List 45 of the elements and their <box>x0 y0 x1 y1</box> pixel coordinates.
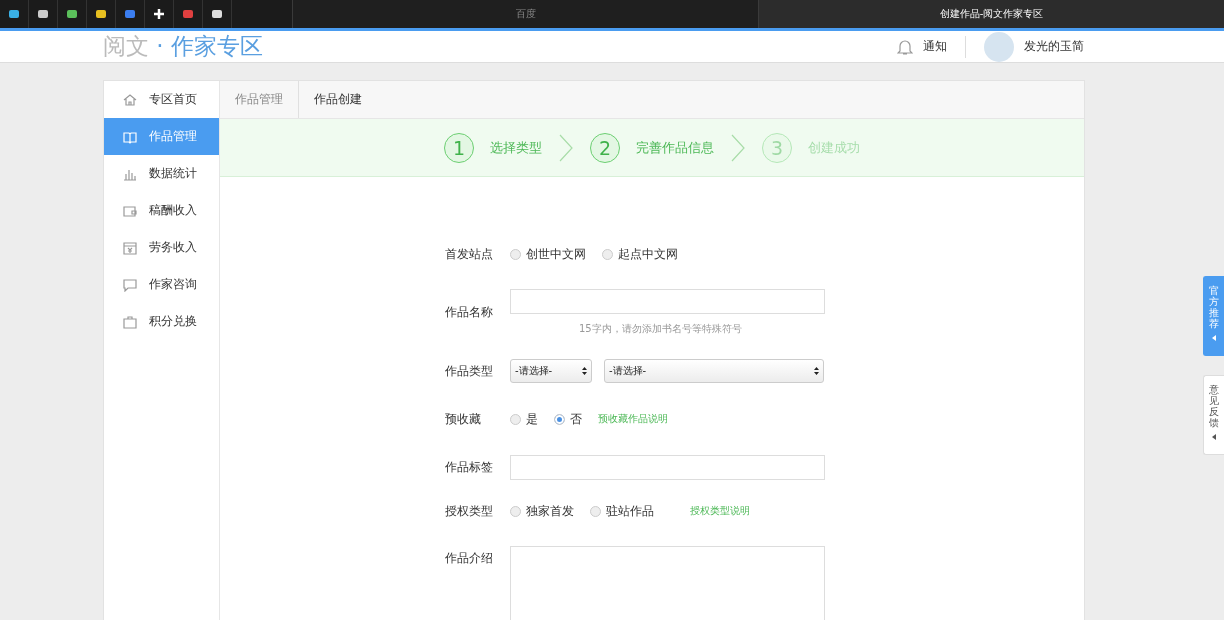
radio-option[interactable]: 创世中文网 <box>510 245 586 263</box>
radio-option[interactable]: 是 <box>510 410 538 428</box>
step-number: 1 <box>444 132 474 163</box>
chevron-icon <box>730 133 746 162</box>
browser-tab[interactable]: 百度 <box>292 0 758 28</box>
field-label: 作品名称 <box>445 304 494 321</box>
user-name[interactable]: 发光的玉简 <box>1024 38 1084 55</box>
book-icon <box>123 129 137 144</box>
text-input[interactable] <box>510 454 825 480</box>
field-label: 首发站点 <box>445 245 494 263</box>
chevron-icon <box>558 133 574 162</box>
bell-icon[interactable] <box>897 37 913 56</box>
field-label: 作品介绍 <box>445 550 494 567</box>
radio-option[interactable]: 独家首发 <box>510 502 574 520</box>
step-label: 创建成功 <box>808 138 860 157</box>
caret-icon <box>1212 434 1216 440</box>
breadcrumb-item: 作品创建 <box>313 91 363 108</box>
gift-icon <box>123 314 137 329</box>
radio-option[interactable]: 起点中文网 <box>602 245 678 263</box>
field-label: 预收藏 <box>445 410 482 428</box>
dropdown[interactable]: -请选择- <box>604 359 824 383</box>
cash-icon <box>123 240 137 255</box>
field-label: 作品标签 <box>445 458 494 476</box>
dropdown[interactable]: -请选择- <box>510 359 592 383</box>
text-input[interactable] <box>510 289 825 314</box>
wallet-icon <box>123 203 137 218</box>
radio-option[interactable]: 否 <box>554 410 582 428</box>
updown-icon <box>814 367 819 375</box>
step-number: 2 <box>590 132 620 163</box>
field-label: 授权类型 <box>445 502 494 520</box>
browser-tab[interactable]: 创建作品-阅文作家专区 <box>758 0 1224 28</box>
home-icon <box>123 92 137 107</box>
field-hint: 15字内，请勿添加书名号等特殊符号 <box>579 322 743 336</box>
field-label: 作品类型 <box>445 362 494 380</box>
notice-link[interactable]: 通知 <box>923 38 947 55</box>
breadcrumb-item[interactable]: 作品管理 <box>220 81 299 118</box>
step-label: 完善作品信息 <box>636 138 714 157</box>
caret-icon <box>1212 335 1216 341</box>
updown-icon <box>582 367 587 375</box>
radio-option[interactable]: 驻站作品 <box>590 502 654 520</box>
plus-icon[interactable] <box>153 8 165 20</box>
chat-icon <box>123 277 137 292</box>
side-tab[interactable]: 意见反馈 <box>1203 375 1224 455</box>
step-number: 3 <box>762 132 792 163</box>
step-label: 选择类型 <box>490 138 542 157</box>
